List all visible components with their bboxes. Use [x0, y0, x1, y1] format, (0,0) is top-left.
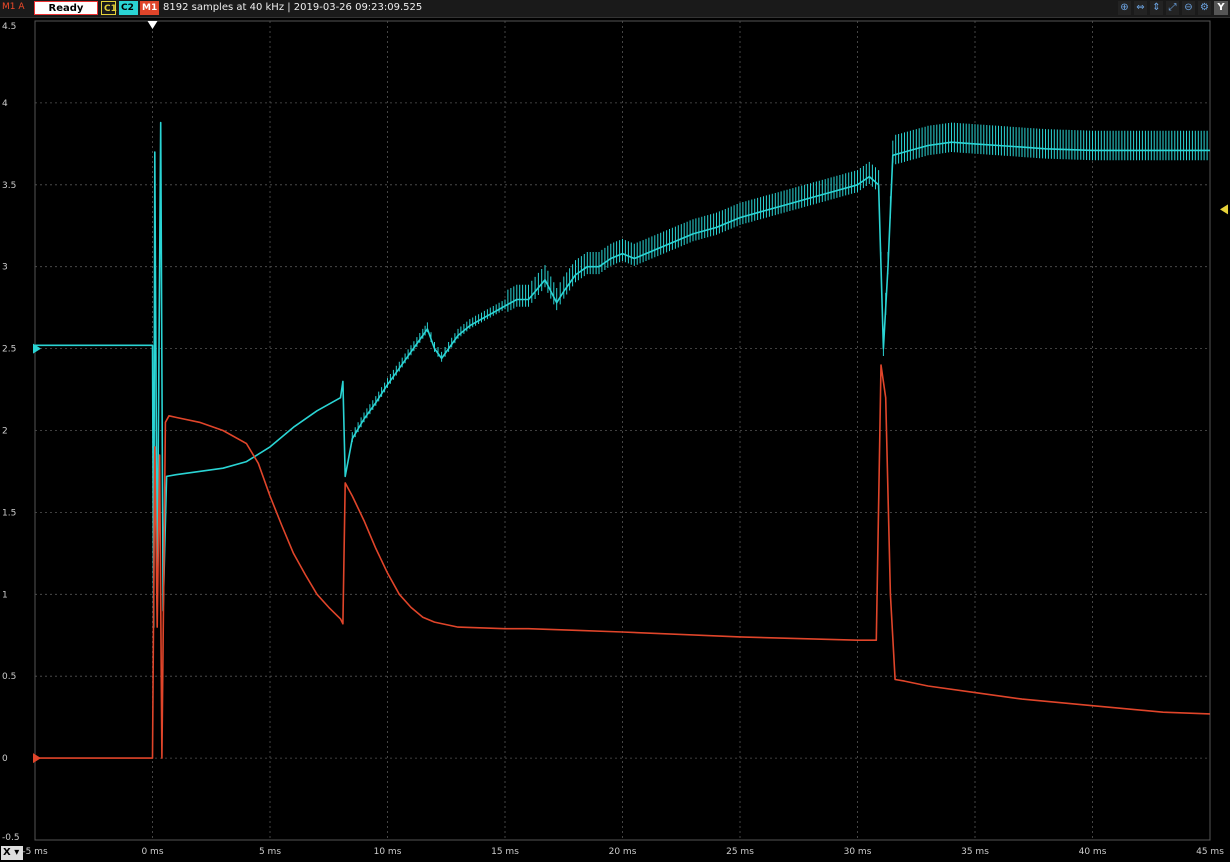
trigger-marker — [147, 21, 158, 29]
y-tick-label: 0.5 — [2, 672, 16, 682]
channel-c1-button[interactable]: C1 — [101, 1, 117, 15]
channel-m1-button[interactable]: M1 — [140, 1, 159, 15]
series-c2-ripple — [351, 122, 1208, 442]
y-tick-label: 3 — [2, 263, 8, 273]
y-tick-label: 1 — [2, 590, 8, 600]
x-tick-label: 5 ms — [259, 847, 281, 857]
x-tick-label: 15 ms — [491, 847, 519, 857]
x-axis-button[interactable]: X ▾ — [1, 846, 23, 860]
zoom-toolbar: ⊕ ⇔ ⇕ ⤢ ⊖ ⚙ Y — [1118, 1, 1228, 15]
y-tick-labels: 4.5 4 3.5 3 2.5 2 1.5 1 0.5 0 -0.5 — [2, 22, 20, 843]
toolbar: M1 A Ready C1 C2 M1 8192 samples at 40 k… — [0, 0, 1230, 18]
right-level-marker — [1220, 204, 1228, 215]
zoom-out-icon[interactable]: ⊖ — [1182, 1, 1195, 15]
x-tick-label: 35 ms — [961, 847, 989, 857]
zoom-xy-icon[interactable]: ⤢ — [1166, 1, 1179, 15]
channel-m1-level-marker — [33, 753, 41, 764]
x-tick-label: -5 ms — [22, 847, 48, 857]
x-tick-label: 20 ms — [609, 847, 637, 857]
active-channel-unit: M1 A — [2, 2, 25, 12]
x-tick-labels: -5 ms 0 ms 5 ms 10 ms 15 ms 20 ms 25 ms 30 ms 35… — [22, 847, 1224, 857]
zoom-y-icon[interactable]: ⇕ — [1150, 1, 1163, 15]
zoom-x-icon[interactable]: ⇔ — [1134, 1, 1147, 15]
x-tick-label: 25 ms — [726, 847, 754, 857]
y-axis-button[interactable]: Y — [1214, 1, 1228, 15]
y-tick-label: 4 — [2, 99, 8, 109]
zoom-in-icon[interactable]: ⊕ — [1118, 1, 1131, 15]
acquisition-info: 8192 samples at 40 kHz | 2019-03-26 09:2… — [163, 2, 423, 13]
x-tick-label: 10 ms — [374, 847, 402, 857]
y-tick-label: 3.5 — [2, 181, 16, 191]
y-tick-label: 4.5 — [2, 22, 16, 32]
y-tick-label: -0.5 — [2, 833, 20, 843]
x-tick-label: 0 ms — [141, 847, 163, 857]
y-tick-label: 1.5 — [2, 508, 16, 518]
y-tick-label: 2.5 — [2, 345, 16, 355]
x-tick-label: 30 ms — [844, 847, 872, 857]
y-tick-label: 0 — [2, 754, 8, 764]
settings-icon[interactable]: ⚙ — [1198, 1, 1211, 15]
channel-c2-button[interactable]: C2 — [119, 1, 138, 15]
x-tick-label: 45 ms — [1196, 847, 1224, 857]
y-tick-label: 2 — [2, 427, 8, 437]
status-badge: Ready — [34, 1, 98, 15]
waveform-plot[interactable]: 4.5 4 3.5 3 2.5 2 1.5 1 0.5 0 -0.5 -5 ms 0 ms 5 ms 10… — [0, 18, 1230, 862]
x-tick-label: 40 ms — [1079, 847, 1107, 857]
